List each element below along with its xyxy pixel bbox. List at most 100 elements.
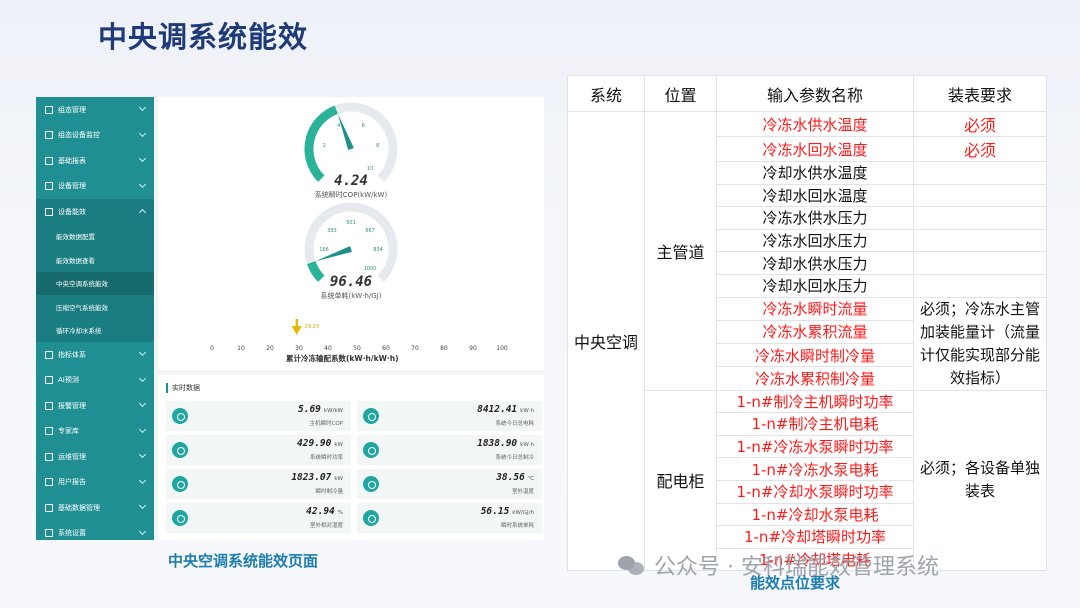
table-header-row: 系统 位置 输入参数名称 装表要求 bbox=[567, 75, 1047, 112]
ratio-tick-label: 60 bbox=[382, 345, 390, 352]
sidebar-item-label: 基础报表 bbox=[58, 156, 86, 165]
user-report-icon bbox=[45, 478, 53, 487]
sidebar-subitem[interactable]: 中央空调系统能效 bbox=[36, 271, 154, 295]
sidebar-item-label: 设备能效 bbox=[58, 207, 86, 216]
caption-left: 中央空调系统能效页面 bbox=[168, 552, 319, 570]
sidebar-item-label: 基础数据管理 bbox=[58, 503, 100, 512]
ops-icon bbox=[45, 452, 53, 461]
chevron-down-icon bbox=[138, 348, 147, 357]
param-cell: 1-n#冷冻水泵瞬时功率 bbox=[716, 434, 914, 459]
sidebar-item[interactable]: 运维管理 bbox=[36, 444, 154, 470]
realtime-value: 5.69 kW/kW bbox=[298, 404, 343, 415]
power-tick-label: 667 bbox=[365, 228, 375, 234]
param-cell: 冷冻水供水压力 bbox=[716, 206, 914, 230]
ratio-tick-label: 70 bbox=[411, 345, 419, 352]
wechat-icon bbox=[618, 554, 646, 576]
requirements-table: 系统 位置 输入参数名称 装表要求 中央空调 主管道 冷冻水供水温度 必须 冷冻水回水温… bbox=[567, 75, 1047, 572]
realtime-label: 主机瞬时COP bbox=[309, 421, 344, 427]
param-cell: 冷冻水回水压力 bbox=[716, 228, 914, 253]
cop-gauge-label: 4.24 系统瞬时COP(kW/kW) bbox=[271, 173, 431, 200]
sidebar-item[interactable]: 基础数据管理 bbox=[36, 495, 154, 521]
param-cell: 冷冻水累积制冷量 bbox=[716, 366, 914, 391]
realtime-value: 1838.90 kW·h bbox=[477, 438, 534, 449]
thermometer-icon bbox=[363, 476, 379, 492]
ai-icon bbox=[45, 376, 53, 385]
panel-requirement-cell: 必须；各设备单独装表 bbox=[913, 389, 1047, 572]
cop-tick-label: 6 bbox=[362, 123, 365, 129]
cop-needle bbox=[337, 113, 354, 151]
sidebar-item-label: 设备管理 bbox=[58, 182, 86, 191]
sidebar-subitem[interactable]: 循环冷却水系统 bbox=[36, 318, 154, 342]
table-row: 中央空调 主管道 冷冻水供水温度 必须 bbox=[567, 110, 1047, 572]
param-cell: 1-n#冷却水泵电耗 bbox=[716, 502, 914, 527]
humidity-icon bbox=[172, 510, 188, 526]
sidebar-item[interactable]: 组态管理 bbox=[36, 97, 154, 123]
sidebar-item[interactable]: 基础报表 bbox=[36, 148, 154, 174]
library-icon bbox=[45, 427, 53, 436]
sidebar-item[interactable]: 专家库 bbox=[36, 419, 154, 445]
param-cell: 冷冻水回水温度 bbox=[716, 136, 914, 162]
ratio-pointer-icon bbox=[291, 326, 302, 335]
sidebar-subitem[interactable]: 能效数据配置 bbox=[36, 224, 154, 248]
param-cell: 1-n#冷却塔瞬时功率 bbox=[716, 525, 914, 549]
realtime-cell: 42.94% 室外相对湿度 bbox=[166, 503, 351, 533]
param-cell: 冷冻水供水温度 bbox=[716, 111, 914, 137]
ratio-pointer-stem bbox=[295, 319, 298, 327]
cop-tick-label: 2 bbox=[323, 143, 326, 149]
sidebar-item-label: 专家库 bbox=[58, 427, 79, 436]
sidebar-item[interactable]: 系统设置 bbox=[36, 521, 154, 541]
ratio-tick-label: 90 bbox=[469, 345, 477, 352]
gauge-svg: 2 4 6 8 10 166 333 501 667 834 1000 0 10 20 30 40 50 60 70… bbox=[210, 102, 508, 352]
param-cell: 冷冻水瞬时流量 bbox=[716, 296, 914, 321]
realtime-cell: 38.56 ℃ 室外温度 bbox=[357, 469, 542, 499]
report-icon bbox=[45, 156, 53, 165]
chevron-down-icon bbox=[138, 180, 147, 188]
param-cell: 冷却水回水温度 bbox=[716, 183, 914, 208]
realtime-label: 系统今日总电耗 bbox=[495, 421, 534, 427]
alarm-icon bbox=[45, 401, 53, 410]
realtime-cell: 5.69 kW/kW 主机瞬时COP bbox=[166, 401, 351, 431]
device-icon bbox=[45, 182, 53, 191]
requirement-cell: 必须 bbox=[913, 136, 1047, 162]
param-cell: 1-n#制冷主机电耗 bbox=[716, 412, 914, 436]
sidebar-item[interactable]: 报警管理 bbox=[36, 393, 154, 419]
sidebar-subitem[interactable]: 压缩空气系统能效 bbox=[36, 295, 154, 319]
requirement-cell: 必须 bbox=[913, 111, 1047, 137]
sidebar-item[interactable]: 组态设备监控 bbox=[36, 123, 154, 149]
ratio-tick-label: 30 bbox=[295, 345, 303, 352]
sidebar-item[interactable]: 设备能效 bbox=[36, 199, 154, 225]
ratio-tick-label: 20 bbox=[266, 345, 274, 352]
chevron-down-icon bbox=[138, 476, 147, 484]
chevron-down-icon bbox=[138, 527, 147, 535]
sidebar-item-label: 报警管理 bbox=[58, 401, 86, 410]
chevron-down-icon bbox=[138, 208, 147, 217]
header-param: 输入参数名称 bbox=[716, 75, 914, 112]
realtime-cell: 1838.90 kW·h 系统今日总制冷 bbox=[357, 435, 542, 465]
realtime-value: 1823.07 kW bbox=[291, 472, 343, 483]
cop-value: 4.24 bbox=[334, 173, 368, 189]
monitor-icon bbox=[45, 131, 53, 140]
chevron-down-icon bbox=[138, 450, 147, 459]
data-icon bbox=[45, 503, 53, 512]
cooling-icon bbox=[363, 442, 379, 458]
sidebar-subitem[interactable]: 能效数据查看 bbox=[36, 248, 154, 272]
sidebar-item[interactable]: 设备管理 bbox=[36, 174, 154, 200]
sidebar-item[interactable]: 指标体系 bbox=[36, 342, 154, 368]
layout-icon bbox=[45, 105, 53, 114]
settings-icon bbox=[45, 529, 53, 538]
realtime-label: 系统今日总制冷 bbox=[495, 455, 534, 461]
sidebar-item[interactable]: 用户报告 bbox=[36, 470, 154, 496]
realtime-label: 瞬时制冷量 bbox=[315, 489, 343, 495]
sidebar-item[interactable]: AI预测 bbox=[36, 368, 154, 394]
realtime-label: 系统瞬时功率 bbox=[309, 455, 343, 461]
sidebar: 组态管理 组态设备监控基础报表设备管理设备能效能效数据配置 能效数据查看 中央空调系统… bbox=[36, 97, 154, 540]
chevron-down-icon bbox=[138, 399, 147, 408]
power-gauge-track bbox=[304, 202, 398, 282]
realtime-value: 8412.41 kW·h bbox=[477, 404, 534, 415]
position-cell: 主管道 bbox=[644, 111, 717, 391]
ratio-pointer-label: 29.23 bbox=[305, 324, 319, 330]
ratio-tick-label: 80 bbox=[440, 345, 448, 352]
realtime-value: 429.90 kW bbox=[297, 438, 343, 449]
cop-icon bbox=[172, 408, 188, 424]
sidebar-item-label: 用户报告 bbox=[58, 478, 86, 487]
